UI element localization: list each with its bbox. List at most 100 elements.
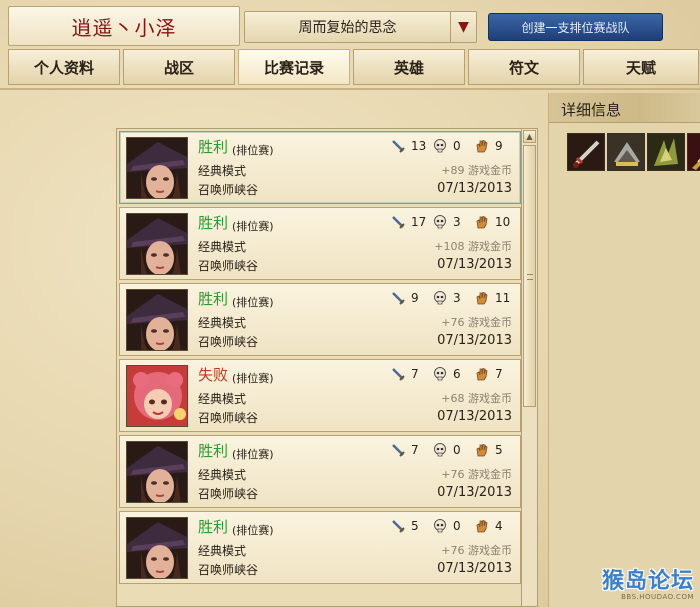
assists-count: 5: [495, 443, 503, 457]
match-gold-earned: +76 游戏金币: [441, 316, 512, 329]
match-result: 胜利: [198, 290, 229, 308]
dropdown-arrow-icon[interactable]: ▼: [450, 12, 476, 42]
season-dropdown[interactable]: 周而复始的思念 ▼: [244, 11, 477, 43]
kills-sword-icon: [390, 442, 406, 458]
helm-item-icon[interactable]: [607, 133, 645, 171]
match-gold-earned: +76 游戏金币: [441, 544, 512, 557]
match-row[interactable]: 胜利 (排位赛) 经典模式 召唤师峡谷 7 0 5 +76 游戏金币 07/13…: [119, 435, 521, 508]
deaths-count: 3: [453, 215, 461, 229]
match-history-list[interactable]: 胜利 (排位赛) 经典模式 召唤师峡谷 13 0 9 +89 游戏金币 07/1…: [116, 128, 522, 607]
claw-item-icon[interactable]: [647, 133, 685, 171]
tab-champions[interactable]: 英雄: [353, 49, 465, 85]
match-date: 07/13/2013: [437, 485, 512, 500]
match-map: 召唤师峡谷: [198, 335, 259, 349]
kda-stats: 7 6 7: [390, 366, 514, 382]
match-queue-type: (排位赛): [232, 372, 274, 385]
scroll-thumb[interactable]: [523, 145, 536, 407]
match-queue-type: (排位赛): [232, 144, 274, 157]
kills-count: 13: [411, 139, 427, 153]
deaths-count: 0: [453, 443, 461, 457]
tabs-divider: [0, 88, 700, 90]
assists-count: 4: [495, 519, 503, 533]
kills-sword-icon: [390, 138, 406, 154]
match-queue-type: (排位赛): [232, 524, 274, 537]
summoner-name: 逍遥丶小泽: [8, 6, 240, 46]
details-panel-title: 详细信息: [549, 93, 700, 123]
season-dropdown-value: 周而复始的思念: [298, 20, 397, 36]
match-game-mode: 经典模式: [198, 316, 247, 330]
match-row[interactable]: 失败 (排位赛) 经典模式 召唤师峡谷 7 6 7 +68 游戏金币 07/13…: [119, 359, 521, 432]
match-gold-earned: +108 游戏金币: [434, 240, 512, 253]
kills-sword-icon: [390, 518, 406, 534]
create-ranked-team-button[interactable]: 创建一支排位赛战队: [488, 13, 663, 41]
kills-count: 7: [411, 443, 419, 457]
assists-count: 11: [495, 291, 511, 305]
kills-count: 7: [411, 367, 419, 381]
assists-hand-icon: [474, 138, 490, 154]
match-row[interactable]: 胜利 (排位赛) 经典模式 召唤师峡谷 13 0 9 +89 游戏金币 07/1…: [119, 131, 521, 204]
watermark-logo: 猴岛论坛 BBS.HOUDAO.COM: [602, 563, 694, 601]
match-game-mode: 经典模式: [198, 164, 247, 178]
champion-portrait: [126, 137, 188, 199]
match-map: 召唤师峡谷: [198, 487, 259, 501]
tab-match-history[interactable]: 比赛记录: [238, 49, 350, 85]
match-row[interactable]: 胜利 (排位赛) 经典模式 召唤师峡谷 5 0 4 +76 游戏金币 07/13…: [119, 511, 521, 584]
scroll-up-button[interactable]: ▲: [523, 130, 536, 143]
champion-portrait: [126, 289, 188, 351]
sword-item-icon[interactable]: [567, 133, 605, 171]
kda-stats: 17 3 10: [390, 214, 514, 230]
match-gold-earned: +89 游戏金币: [441, 164, 512, 177]
champion-portrait: [126, 441, 188, 503]
assists-hand-icon: [474, 366, 490, 382]
kda-stats: 5 0 4: [390, 518, 514, 534]
assists-hand-icon: [474, 442, 490, 458]
match-list-scrollbar[interactable]: ▲: [522, 128, 538, 607]
match-gold-earned: +76 游戏金币: [441, 468, 512, 481]
kda-stats: 9 3 11: [390, 290, 514, 306]
champion-portrait: [126, 365, 188, 427]
match-result: 胜利: [198, 138, 229, 156]
deaths-count: 0: [453, 519, 461, 533]
champion-portrait: [126, 213, 188, 275]
match-row[interactable]: 胜利 (排位赛) 经典模式 召唤师峡谷 9 3 11 +76 游戏金币 07/1…: [119, 283, 521, 356]
tab-profile[interactable]: 个人资料: [8, 49, 120, 85]
tab-leagues[interactable]: 战区: [123, 49, 235, 85]
blade-item-icon[interactable]: [687, 133, 700, 171]
match-map: 召唤师峡谷: [198, 259, 259, 273]
kills-count: 5: [411, 519, 419, 533]
assists-count: 9: [495, 139, 503, 153]
deaths-skull-icon: [432, 366, 448, 382]
tab-runes[interactable]: 符文: [468, 49, 580, 85]
assists-hand-icon: [474, 518, 490, 534]
kills-sword-icon: [390, 214, 406, 230]
match-map: 召唤师峡谷: [198, 563, 259, 577]
match-queue-type: (排位赛): [232, 220, 274, 233]
kills-sword-icon: [390, 366, 406, 382]
watermark-text: 猴岛论坛: [601, 569, 694, 594]
match-gold-earned: +68 游戏金币: [441, 392, 512, 405]
match-game-mode: 经典模式: [198, 544, 247, 558]
match-result: 胜利: [198, 518, 229, 536]
match-queue-type: (排位赛): [232, 448, 274, 461]
match-date: 07/13/2013: [437, 181, 512, 196]
deaths-skull-icon: [432, 214, 448, 230]
match-map: 召唤师峡谷: [198, 183, 259, 197]
match-result: 胜利: [198, 214, 229, 232]
match-row[interactable]: 胜利 (排位赛) 经典模式 召唤师峡谷 17 3 10 +108 游戏金币 07…: [119, 207, 521, 280]
kills-count: 9: [411, 291, 419, 305]
match-game-mode: 经典模式: [198, 468, 247, 482]
match-date: 07/13/2013: [437, 561, 512, 576]
deaths-count: 3: [453, 291, 461, 305]
match-queue-type: (排位赛): [232, 296, 274, 309]
deaths-count: 6: [453, 367, 461, 381]
champion-portrait: [126, 517, 188, 579]
match-game-mode: 经典模式: [198, 240, 247, 254]
match-result: 胜利: [198, 442, 229, 460]
deaths-skull-icon: [432, 290, 448, 306]
tab-masteries[interactable]: 天赋: [583, 49, 699, 85]
deaths-skull-icon: [432, 518, 448, 534]
assists-count: 7: [495, 367, 503, 381]
deaths-count: 0: [453, 139, 461, 153]
match-result: 失败: [198, 366, 229, 384]
match-date: 07/13/2013: [437, 257, 512, 272]
